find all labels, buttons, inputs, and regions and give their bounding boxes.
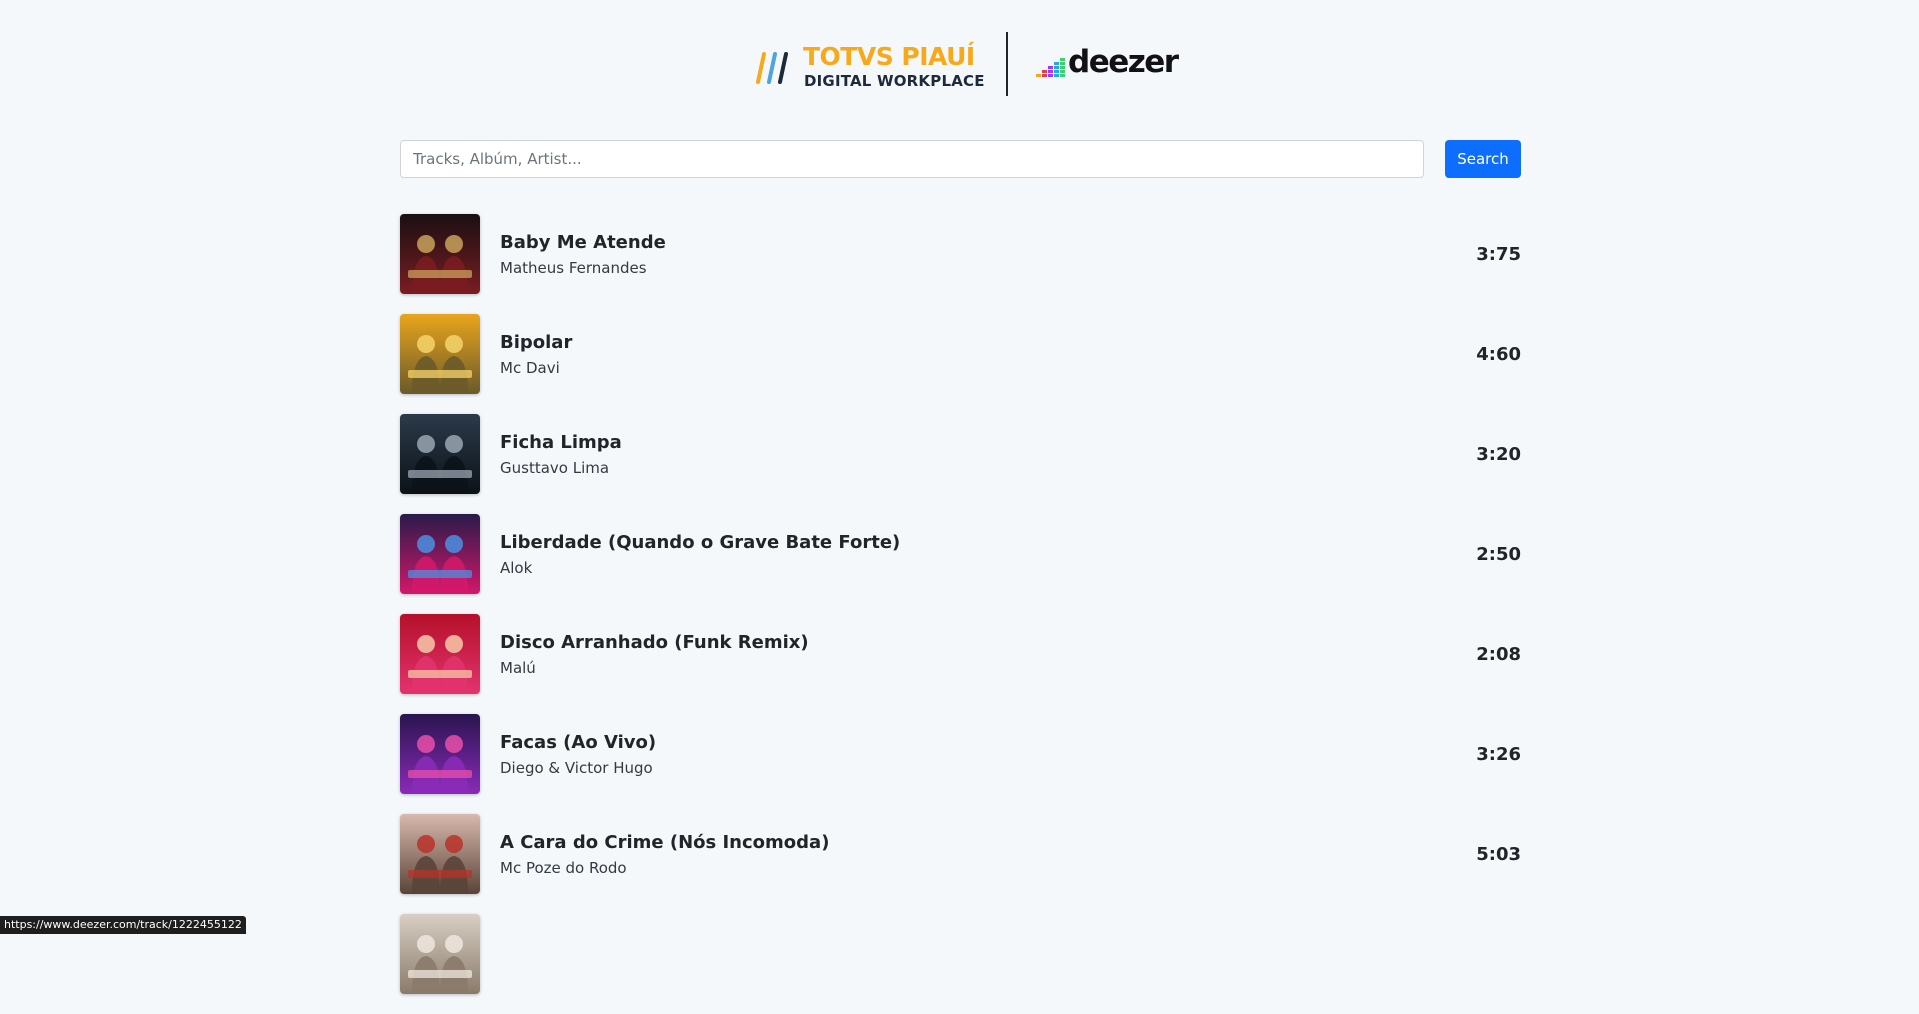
brand-title: TOTVS PIAUÍ <box>803 42 975 71</box>
album-cover <box>400 214 480 294</box>
track-title: Facas (Ao Vivo) <box>500 732 657 753</box>
track-title: Liberdade (Quando o Grave Bate Forte) <box>500 532 901 553</box>
track-title: Baby Me Atende <box>500 232 666 253</box>
track-row[interactable]: Facas (Ao Vivo) Diego & Victor Hugo 3:26 <box>400 714 1521 794</box>
track-title: Ficha Limpa <box>500 432 622 453</box>
deezer-logo: deezer <box>1036 44 1179 84</box>
album-cover <box>400 314 480 394</box>
album-cover <box>400 914 480 994</box>
album-art <box>400 714 480 794</box>
track-row[interactable]: A Cara do Crime (Nós Incomoda) Mc Poze d… <box>400 814 1521 894</box>
brand-subtitle: DIGITAL WORKPLACE <box>804 72 985 90</box>
track-title: Bipolar <box>500 332 573 353</box>
album-art <box>400 314 480 394</box>
totvs-logo: TOTVS PIAUÍ DIGITAL WORKPLACE <box>752 42 984 92</box>
track-row[interactable]: Ficha Limpa Gusttavo Lima 3:20 <box>400 414 1521 494</box>
track-artist: Matheus Fernandes <box>500 259 647 277</box>
track-duration: 2:08 <box>1476 644 1521 665</box>
search-button[interactable]: Search <box>1445 140 1521 178</box>
album-art <box>400 214 480 294</box>
track-duration: 5:03 <box>1476 844 1521 865</box>
track-duration: 3:20 <box>1476 444 1521 465</box>
track-row[interactable]: Bipolar Mc Davi 4:60 <box>400 314 1521 394</box>
album-cover <box>400 614 480 694</box>
search-input[interactable] <box>400 140 1424 178</box>
album-art <box>400 814 480 894</box>
album-art <box>400 514 480 594</box>
track-title: A Cara do Crime (Nós Incomoda) <box>500 832 830 853</box>
album-cover <box>400 714 480 794</box>
album-art <box>400 614 480 694</box>
page-header: TOTVS PIAUÍ DIGITAL WORKPLACE deezer <box>0 0 1919 120</box>
album-art <box>400 914 480 994</box>
track-artist: Alok <box>500 559 533 577</box>
track-artist: Gusttavo Lima <box>500 459 610 477</box>
track-artist: Diego & Victor Hugo <box>500 759 653 777</box>
track-duration: 4:60 <box>1476 344 1521 365</box>
track-duration: 3:26 <box>1476 744 1521 765</box>
track-list: Baby Me Atende Matheus Fernandes 3:75 Bi… <box>400 214 1521 1014</box>
track-artist: Mc Poze do Rodo <box>500 859 627 877</box>
status-bar-url: https://www.deezer.com/track/1222455122 <box>0 916 246 934</box>
slashes-icon <box>756 52 788 84</box>
track-duration: 3:75 <box>1476 244 1521 265</box>
track-row[interactable] <box>400 914 1521 994</box>
header-divider <box>1006 32 1008 96</box>
track-row[interactable]: Baby Me Atende Matheus Fernandes 3:75 <box>400 214 1521 294</box>
album-cover <box>400 414 480 494</box>
album-art <box>400 414 480 494</box>
search-bar: Search <box>400 140 1521 178</box>
track-row[interactable]: Disco Arranhado (Funk Remix) Malú 2:08 <box>400 614 1521 694</box>
equalizer-icon <box>1036 58 1065 77</box>
deezer-wordmark: deezer <box>1068 44 1179 80</box>
album-cover <box>400 514 480 594</box>
track-artist: Malú <box>500 659 536 677</box>
track-duration: 2:50 <box>1476 544 1521 565</box>
track-row[interactable]: Liberdade (Quando o Grave Bate Forte) Al… <box>400 514 1521 594</box>
album-cover <box>400 814 480 894</box>
track-artist: Mc Davi <box>500 359 560 377</box>
track-title: Disco Arranhado (Funk Remix) <box>500 632 809 653</box>
